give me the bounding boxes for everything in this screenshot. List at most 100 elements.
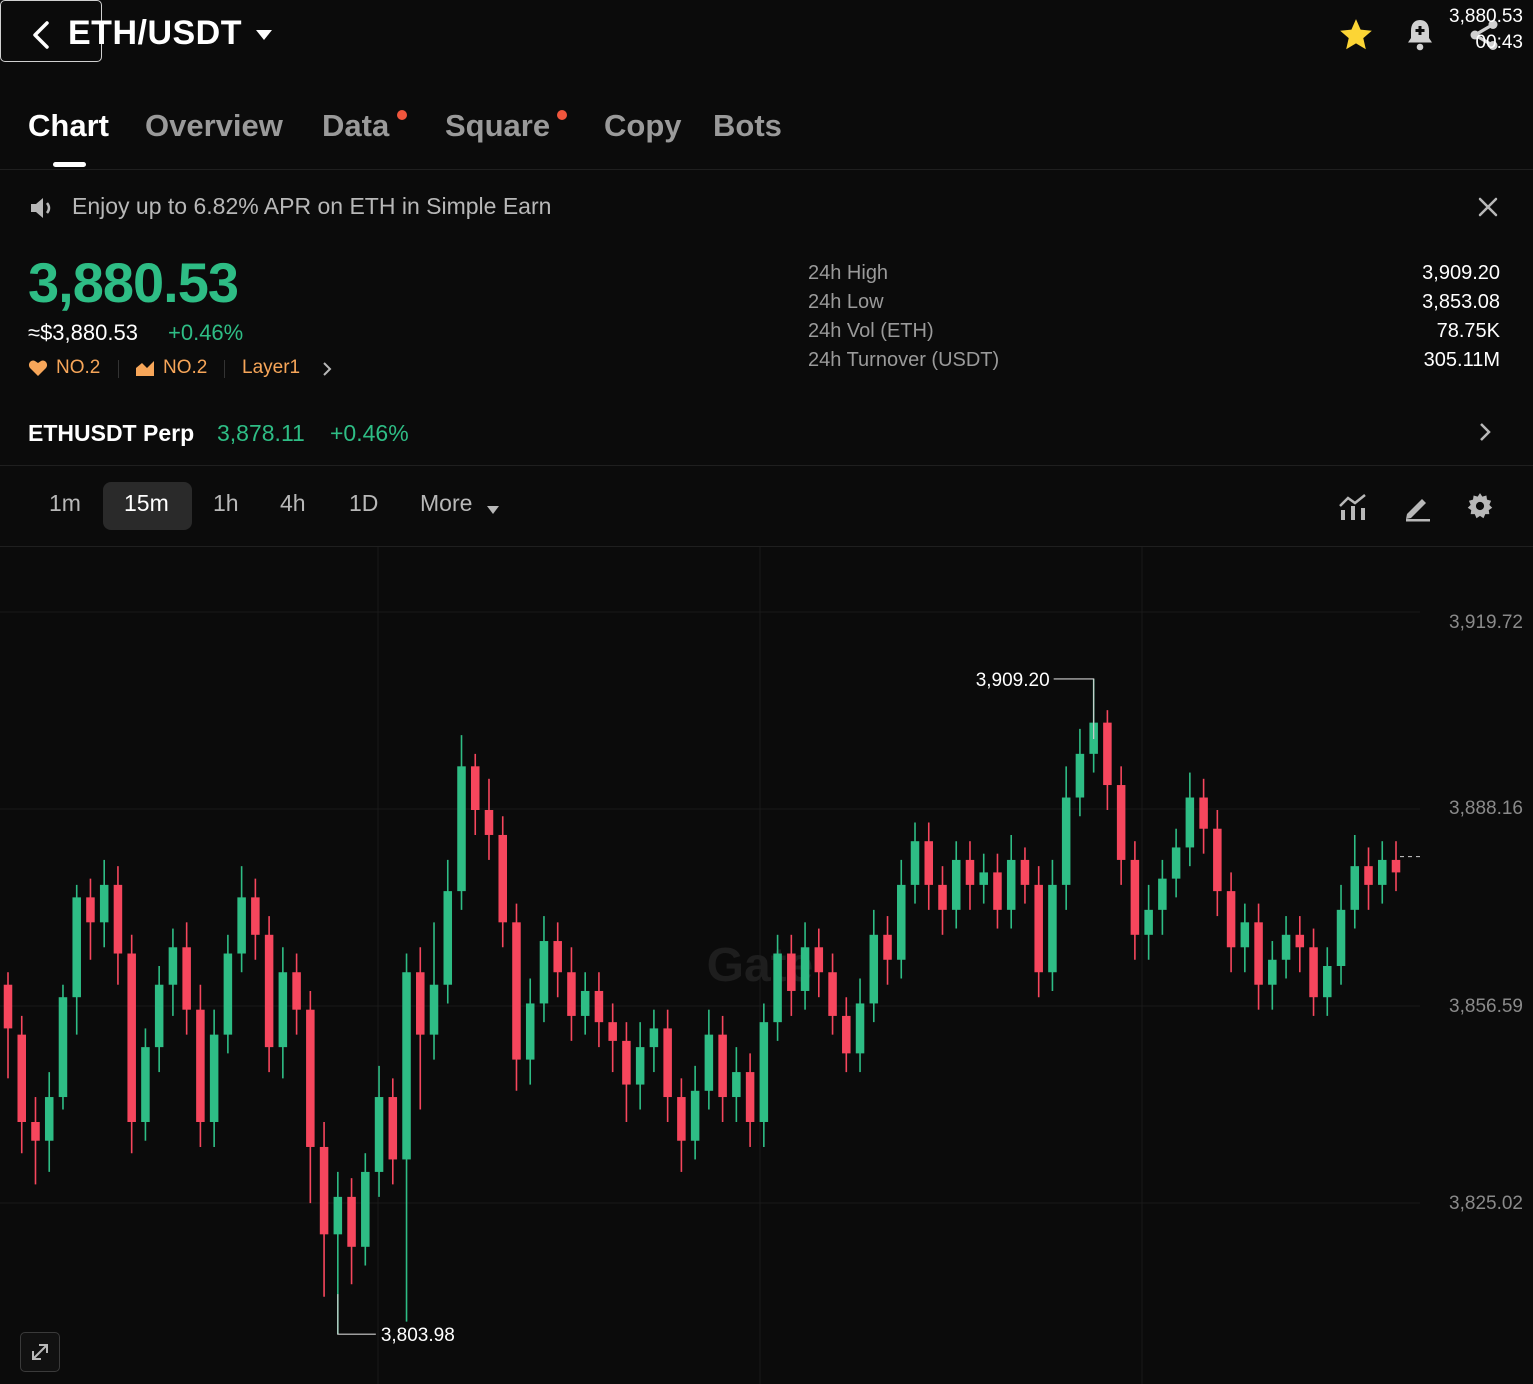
notification-dot [397, 110, 407, 120]
candle [484, 778, 494, 860]
candle-body [965, 859, 975, 885]
candle [72, 884, 81, 1035]
favorite-star-icon[interactable] [1337, 16, 1375, 59]
candle-body [1116, 785, 1126, 860]
last-price: 3,880.53 [28, 251, 239, 314]
candle-body [1020, 859, 1030, 885]
candle [1226, 872, 1236, 973]
candle [402, 953, 411, 1322]
candle-body [800, 947, 810, 991]
tab-overview[interactable]: Overview [145, 108, 283, 144]
indicators-icon[interactable] [1338, 492, 1368, 527]
last-price-value: 3,880.53 [1449, 6, 1523, 27]
candle [1309, 928, 1318, 1016]
candle-body [1213, 828, 1222, 892]
pair-title[interactable]: ETH/USDT [68, 14, 242, 53]
candle-body [361, 1171, 370, 1247]
stat-label: 24h Vol (ETH) [808, 320, 934, 342]
promo-banner-text[interactable]: Enjoy up to 6.82% APR on ETH in Simple E… [72, 193, 551, 220]
candle-body [883, 934, 892, 960]
tab-data[interactable]: Data [322, 108, 389, 144]
candle [622, 1022, 631, 1123]
draw-pen-icon[interactable] [1402, 492, 1432, 527]
candle-body [951, 859, 961, 910]
candlestick-chart[interactable]: Gate 3,909.20 3,803.98 [0, 547, 1533, 1384]
timeframe-4h[interactable]: 4h [280, 490, 306, 517]
candle [1350, 834, 1360, 929]
candle-body [1075, 753, 1085, 798]
fullscreen-button[interactable] [20, 1332, 60, 1372]
candle-body [292, 972, 301, 1010]
candle-body [525, 1003, 535, 1060]
candle-body [319, 1146, 329, 1235]
timeframe-1d[interactable]: 1D [349, 490, 378, 517]
candle-body [333, 1196, 343, 1235]
candle-body [1171, 847, 1181, 879]
category-tag[interactable]: Layer1 [242, 357, 300, 379]
candle-body [787, 953, 796, 991]
candle [704, 1009, 714, 1110]
chevron-right-icon[interactable] [1478, 421, 1492, 448]
candle-body [86, 897, 95, 923]
candle [457, 735, 466, 910]
candle-body [1226, 891, 1236, 948]
candle [580, 972, 590, 1035]
settings-gear-icon[interactable] [1466, 492, 1494, 525]
tab-square[interactable]: Square [445, 108, 550, 144]
candle [910, 822, 920, 904]
candle [594, 972, 604, 1048]
timeframe-15m[interactable]: 15m [124, 490, 169, 517]
candle [979, 853, 988, 904]
rank-tag[interactable]: NO.2 [163, 357, 207, 379]
candle-countdown: 00:43 [1475, 32, 1523, 53]
candle-body [457, 766, 466, 892]
caret-down-icon[interactable] [486, 502, 500, 520]
candle [1130, 841, 1140, 960]
candle [525, 978, 535, 1085]
candle-body [539, 941, 549, 1004]
candle-body [1281, 934, 1291, 960]
candle [443, 859, 453, 1004]
candle-body [759, 1022, 769, 1123]
candle-body [993, 872, 1002, 910]
candle [416, 947, 425, 1110]
candle [319, 1122, 329, 1297]
candle [1144, 884, 1153, 960]
y-axis-tick: 3,825.02 [1449, 1193, 1523, 1214]
y-axis-tick: 3,856.59 [1449, 996, 1523, 1017]
candle [1377, 841, 1387, 904]
candle-body [306, 1009, 315, 1147]
close-icon[interactable] [1477, 196, 1499, 223]
tab-bots[interactable]: Bots [713, 108, 782, 144]
back-icon[interactable] [28, 20, 54, 50]
candle-body [773, 953, 782, 1023]
caret-down-icon[interactable] [254, 28, 274, 47]
candle-body [429, 984, 439, 1035]
candle [1336, 884, 1346, 985]
rank-tag[interactable]: NO.2 [56, 357, 100, 379]
candle-body [127, 953, 136, 1123]
candle [306, 990, 315, 1204]
timeframe-more[interactable]: More [420, 490, 472, 517]
candle [209, 1009, 219, 1147]
stat-label: 24h High [808, 262, 889, 284]
stat-label: 24h Turnover (USDT) [808, 349, 1000, 371]
candle-body [251, 897, 260, 935]
candle-body [910, 841, 920, 885]
tab-copy[interactable]: Copy [604, 108, 682, 144]
candle [141, 1028, 150, 1141]
candle [3, 972, 13, 1079]
candle-body [635, 1047, 645, 1085]
perp-name[interactable]: ETHUSDT Perp [28, 420, 194, 447]
candle [1048, 859, 1057, 991]
timeframe-1m[interactable]: 1m [49, 490, 81, 517]
tab-chart[interactable]: Chart [28, 108, 109, 144]
high-marker-line [1053, 678, 1095, 739]
candle [842, 997, 851, 1073]
candle-body [278, 972, 288, 1048]
candle-body [141, 1047, 150, 1123]
price-alert-bell-icon[interactable] [1402, 16, 1438, 59]
chevron-right-icon[interactable] [321, 361, 333, 382]
candle-body [154, 984, 164, 1048]
timeframe-1h[interactable]: 1h [213, 490, 239, 517]
